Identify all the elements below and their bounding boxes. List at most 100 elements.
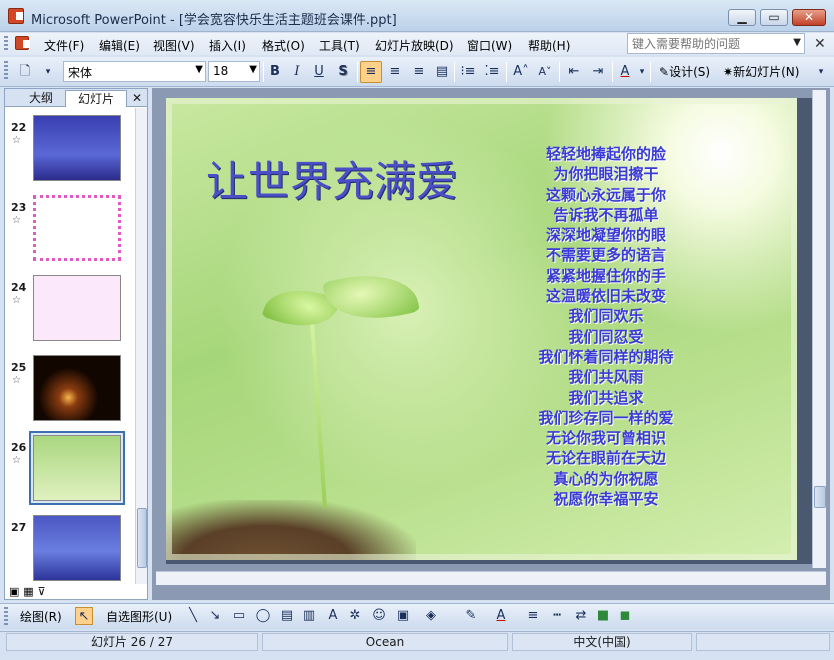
align-center-icon[interactable]: ≡ (384, 61, 406, 83)
shadow-button[interactable]: S (333, 61, 353, 83)
menu-slideshow[interactable]: 幻灯片放映(D) (375, 37, 454, 54)
menu-file[interactable]: 文件(F) (44, 37, 84, 54)
menu-tools[interactable]: 工具(T) (319, 37, 360, 54)
increase-font-icon[interactable]: A˄ (510, 61, 532, 83)
poem-line: 深深地凝望你的眼 (545, 226, 666, 245)
drawbar-grip[interactable] (4, 607, 8, 625)
new-document-icon[interactable]: 🗋 (14, 61, 36, 83)
document-icon[interactable] (15, 36, 30, 50)
clipart-icon[interactable]: ☺ (370, 607, 388, 625)
minimize-button[interactable]: ▁ (728, 9, 756, 26)
slide-canvas[interactable]: 让世界充满爱 轻轻地捧起你的脸 为你把眼泪擦干 这颗心永远属于你 告诉我不再孤单… (166, 98, 797, 560)
increase-indent-icon[interactable]: ⇥ (587, 61, 609, 83)
decrease-font-icon[interactable]: A˅ (534, 61, 556, 83)
align-left-icon[interactable]: ≡ (360, 61, 382, 83)
bold-button[interactable]: B (265, 61, 285, 83)
close-document-icon[interactable]: ✕ (814, 36, 826, 52)
bullets-icon[interactable]: ⁚≡ (481, 61, 503, 83)
autoshapes-menu-button[interactable]: 自选图形(U) (106, 608, 172, 625)
poem-textbox[interactable]: 轻轻地捧起你的脸 为你把眼泪擦干 这颗心永远属于你 告诉我不再孤单 深深地凝望你… (526, 144, 686, 509)
diagram-icon[interactable]: ✲ (346, 607, 364, 625)
animation-star-icon: ☆ (12, 375, 21, 386)
select-pointer-icon[interactable]: ↖ (75, 607, 93, 625)
arrow-style-icon[interactable]: ⇄ (572, 607, 590, 625)
slide-thumbnail[interactable] (33, 195, 121, 261)
toolbar-options-icon[interactable]: ▾ (814, 61, 828, 83)
toolbar-options-icon[interactable]: ▾ (40, 61, 56, 83)
slide-number: 22 (11, 121, 27, 134)
powerpoint-app-icon[interactable] (8, 8, 24, 24)
editor-vertical-scrollbar[interactable] (812, 90, 826, 568)
slide-number: 23 (11, 201, 27, 214)
menubar-grip[interactable] (4, 36, 8, 52)
slideshow-icon[interactable]: ⊽ (37, 585, 45, 598)
close-button[interactable]: ✕ (792, 9, 826, 26)
dash-style-icon[interactable]: ┅ (548, 607, 566, 625)
maximize-button[interactable]: ▭ (760, 9, 788, 26)
slide-title[interactable]: 让世界充满爱 (206, 148, 458, 209)
poem-line: 无论你我可曾相识 (545, 429, 666, 448)
textbox-icon[interactable]: ▤ (278, 607, 296, 625)
help-search-box[interactable]: ▼ (627, 33, 805, 54)
distribute-icon[interactable]: ▤ (432, 61, 452, 83)
slide-thumbnail[interactable] (33, 515, 121, 581)
menu-window[interactable]: 窗口(W) (467, 37, 512, 54)
rectangle-icon[interactable]: ▭ (230, 607, 248, 625)
vertical-textbox-icon[interactable]: ▥ (300, 607, 318, 625)
scrollbar-thumb[interactable] (137, 508, 147, 568)
menu-view[interactable]: 视图(V) (153, 37, 195, 54)
toolbar-grip[interactable] (4, 61, 8, 81)
line-style-icon[interactable]: ≡ (524, 607, 542, 625)
new-slide-button[interactable]: ✷新幻灯片(N) (720, 61, 812, 83)
slide-thumbnail[interactable] (33, 115, 121, 181)
tab-slides[interactable]: 幻灯片 (65, 90, 127, 107)
font-color-icon[interactable]: A (614, 61, 636, 83)
numbering-icon[interactable]: ⁝≡ (457, 61, 479, 83)
poem-line: 我们共追求 (568, 388, 644, 407)
oval-icon[interactable]: ◯ (254, 607, 272, 625)
panel-scrollbar[interactable] (135, 108, 147, 584)
poem-line: 真心的为你祝愿 (553, 469, 659, 488)
slide-thumbnail[interactable] (33, 435, 121, 501)
chevron-down-icon[interactable]: ▼ (195, 64, 203, 75)
editor-horizontal-scrollbar[interactable] (156, 571, 826, 585)
menu-format[interactable]: 格式(O) (262, 37, 305, 54)
slide-thumbnail[interactable] (33, 355, 121, 421)
tab-outline[interactable]: 大纲 (19, 90, 63, 107)
font-family-select[interactable]: 宋体 ▼ (63, 61, 206, 82)
draw-menu-button[interactable]: 绘图(R) (20, 608, 62, 625)
scrollbar-thumb[interactable] (814, 486, 826, 508)
chevron-down-icon[interactable]: ▼ (249, 64, 257, 75)
underline-button[interactable]: U (309, 61, 329, 83)
menu-help[interactable]: 帮助(H) (528, 37, 570, 54)
menu-edit[interactable]: 编辑(E) (99, 37, 140, 54)
chevron-down-icon[interactable]: ▼ (793, 37, 801, 48)
slide-number: 26 (11, 441, 27, 454)
wordart-icon[interactable]: A (324, 607, 342, 625)
shadow-style-icon[interactable]: ■ (594, 607, 612, 625)
font-size-select[interactable]: 18 ▼ (208, 61, 260, 82)
separator (454, 62, 455, 82)
poem-line: 无论在眼前在天边 (545, 449, 666, 468)
italic-button[interactable]: I (287, 61, 307, 83)
align-right-icon[interactable]: ≡ (408, 61, 430, 83)
animation-star-icon: ☆ (12, 135, 21, 146)
slide-thumbnail[interactable] (33, 275, 121, 341)
line-color-icon[interactable]: ✎ (462, 607, 480, 625)
menu-insert[interactable]: 插入(I) (209, 37, 246, 54)
picture-icon[interactable]: ▣ (394, 607, 412, 625)
close-panel-icon[interactable]: ✕ (129, 90, 145, 107)
3d-style-icon[interactable]: ◼ (616, 607, 634, 625)
font-color-icon[interactable]: A (492, 607, 510, 625)
slide-sorter-icon[interactable]: ▦ (23, 585, 33, 598)
chevron-down-icon[interactable]: ▾ (636, 61, 648, 83)
help-search-input[interactable] (628, 34, 778, 53)
fill-color-icon[interactable]: ◈ (422, 607, 440, 625)
line-icon[interactable]: ╲ (184, 607, 202, 625)
decrease-indent-icon[interactable]: ⇤ (563, 61, 585, 83)
normal-view-icon[interactable]: ▣ (9, 585, 19, 598)
slide-number: 25 (11, 361, 27, 374)
arrow-icon[interactable]: ↘ (206, 607, 224, 625)
slide-number: 27 (11, 521, 27, 534)
design-button[interactable]: ✎设计(S) (656, 61, 716, 83)
